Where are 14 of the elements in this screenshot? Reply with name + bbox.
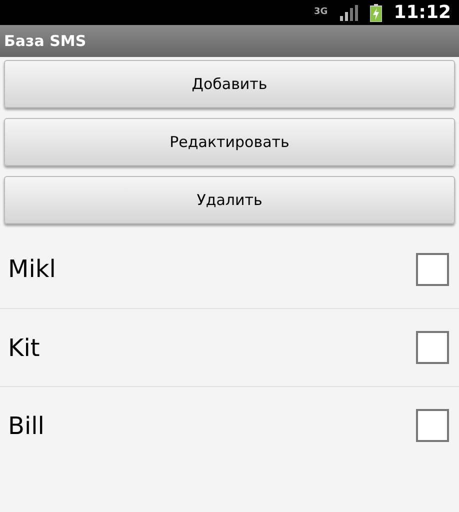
checkbox[interactable]: [416, 409, 449, 442]
network-type: 3G: [314, 8, 328, 17]
contact-name: Bill: [8, 410, 44, 442]
action-button[interactable]: Редактировать: [4, 118, 455, 166]
action-button[interactable]: Удалить: [4, 176, 455, 224]
action-button[interactable]: Добавить: [4, 60, 455, 108]
battery-icon: [370, 4, 382, 22]
contact-name: Kit: [8, 332, 40, 364]
contact-name: Mikl: [8, 254, 56, 285]
clock: 11:12: [394, 4, 451, 22]
window-title: База SMS: [4, 30, 86, 52]
signal-icon: [340, 4, 358, 20]
checkbox[interactable]: [416, 252, 449, 286]
checkbox[interactable]: [416, 331, 449, 364]
